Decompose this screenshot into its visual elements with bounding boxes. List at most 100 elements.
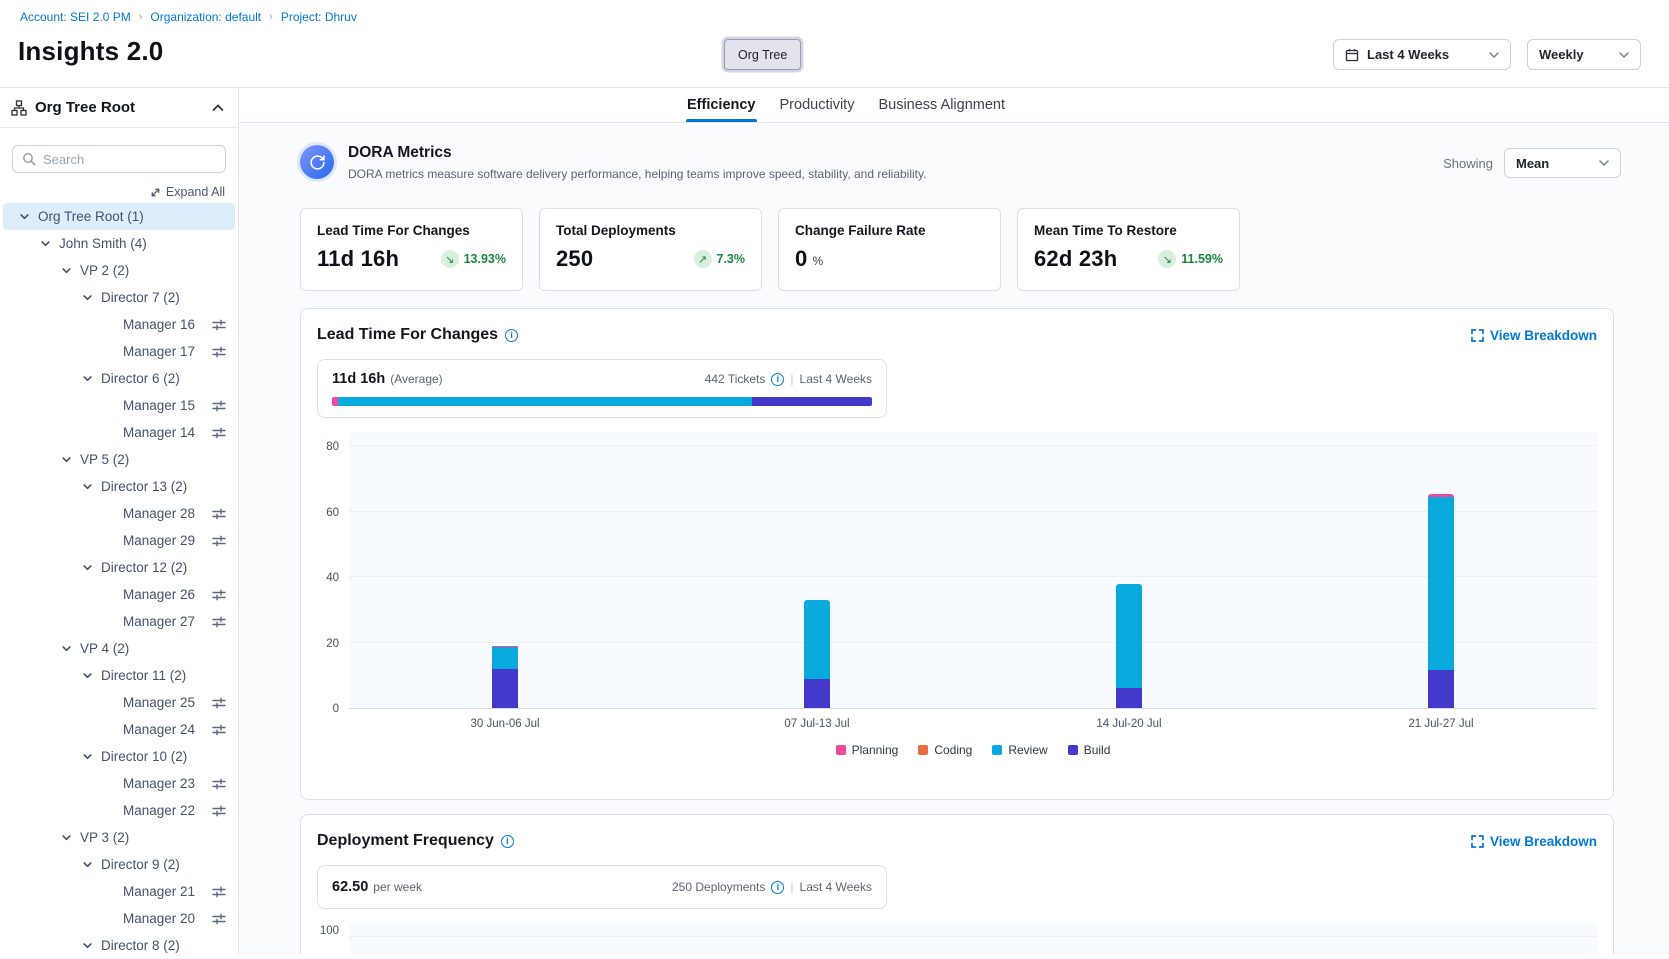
trend-badge: ↘ 13.93% <box>441 250 506 268</box>
tree-item-label: Manager 28 <box>123 506 195 521</box>
info-icon[interactable] <box>771 373 784 386</box>
tree-item-vp-4-2[interactable]: VP 4 (2) <box>3 635 235 662</box>
info-icon[interactable] <box>771 881 784 894</box>
breadcrumb-project-link[interactable]: Project: Dhruv <box>281 10 357 24</box>
tree-item-manager-14[interactable]: Manager 14 <box>3 419 235 446</box>
tab-business-alignment[interactable]: Business Alignment <box>877 88 1006 122</box>
chevron-down-icon[interactable] <box>18 210 31 223</box>
topbar: Account: SEI 2.0 PM › Organization: defa… <box>0 0 1669 87</box>
tree-item-director-10-2[interactable]: Director 10 (2) <box>3 743 235 770</box>
chevron-down-icon[interactable] <box>81 750 94 763</box>
tickets-count: 442 Tickets <box>705 372 766 386</box>
legend-item-review[interactable]: Review <box>992 743 1047 757</box>
legend-item-build[interactable]: Build <box>1068 743 1111 757</box>
granularity-select[interactable]: Weekly <box>1527 39 1641 70</box>
chevron-down-icon[interactable] <box>81 669 94 682</box>
info-icon[interactable] <box>505 329 518 342</box>
tree-item-org-tree-root-1[interactable]: Org Tree Root (1) <box>3 203 235 230</box>
chevron-down-icon[interactable] <box>81 939 94 952</box>
tree-item-manager-25[interactable]: Manager 25 <box>3 689 235 716</box>
deployment-view-breakdown-link[interactable]: View Breakdown <box>1471 834 1597 849</box>
legend-item-planning[interactable]: Planning <box>836 743 899 757</box>
tree-item-manager-26[interactable]: Manager 26 <box>3 581 235 608</box>
filter-sliders-icon[interactable] <box>212 426 226 440</box>
dora-description: DORA metrics measure software delivery p… <box>348 167 926 181</box>
filter-sliders-icon[interactable] <box>212 615 226 629</box>
tree-item-manager-22[interactable]: Manager 22 <box>3 797 235 824</box>
tree-item-manager-28[interactable]: Manager 28 <box>3 500 235 527</box>
tree-item-director-8-2[interactable]: Director 8 (2) <box>3 932 235 959</box>
filter-sliders-icon[interactable] <box>212 507 226 521</box>
lead-time-view-breakdown-link[interactable]: View Breakdown <box>1471 328 1597 343</box>
filter-sliders-icon[interactable] <box>212 804 226 818</box>
legend-swatch <box>836 745 846 755</box>
chevron-down-icon[interactable] <box>60 264 73 277</box>
filter-sliders-icon[interactable] <box>212 588 226 602</box>
time-range-label: Last 4 Weeks <box>800 880 872 894</box>
tree-item-director-9-2[interactable]: Director 9 (2) <box>3 851 235 878</box>
tree-item-director-7-2[interactable]: Director 7 (2) <box>3 284 235 311</box>
tree-item-manager-21[interactable]: Manager 21 <box>3 878 235 905</box>
filter-sliders-icon[interactable] <box>212 399 226 413</box>
filter-sliders-icon[interactable] <box>212 534 226 548</box>
showing-select[interactable]: Mean <box>1504 148 1621 178</box>
tree-item-manager-17[interactable]: Manager 17 <box>3 338 235 365</box>
tree-item-label: Manager 24 <box>123 722 195 737</box>
expand-all-button[interactable]: Expand All <box>0 185 225 199</box>
tree-item-manager-23[interactable]: Manager 23 <box>3 770 235 797</box>
tree-item-manager-29[interactable]: Manager 29 <box>3 527 235 554</box>
stacked-bar-07-jul-13-jul[interactable] <box>804 600 830 708</box>
stacked-bar-30-jun-06-jul[interactable] <box>492 646 518 708</box>
chevron-down-icon[interactable] <box>81 858 94 871</box>
filter-sliders-icon[interactable] <box>212 696 226 710</box>
tree-item-manager-27[interactable]: Manager 27 <box>3 608 235 635</box>
chevron-down-icon[interactable] <box>60 642 73 655</box>
tree-item-vp-2-2[interactable]: VP 2 (2) <box>3 257 235 284</box>
org-tree-sidebar: Org Tree Root Expand All Org Tree Root (… <box>0 88 239 954</box>
legend-item-coding[interactable]: Coding <box>918 743 972 757</box>
filter-sliders-icon[interactable] <box>212 345 226 359</box>
info-icon[interactable] <box>501 835 514 848</box>
tree-item-manager-15[interactable]: Manager 15 <box>3 392 235 419</box>
filter-sliders-icon[interactable] <box>212 318 226 332</box>
tree-item-vp-5-2[interactable]: VP 5 (2) <box>3 446 235 473</box>
tab-productivity[interactable]: Productivity <box>779 88 856 122</box>
chevron-down-icon[interactable] <box>60 831 73 844</box>
tree-item-director-11-2[interactable]: Director 11 (2) <box>3 662 235 689</box>
chevron-down-icon[interactable] <box>39 237 52 250</box>
filter-sliders-icon[interactable] <box>212 777 226 791</box>
filter-sliders-icon[interactable] <box>212 723 226 737</box>
chevron-down-icon[interactable] <box>81 372 94 385</box>
chevron-down-icon[interactable] <box>60 453 73 466</box>
tree-item-director-13-2[interactable]: Director 13 (2) <box>3 473 235 500</box>
y-tick-label: 40 <box>326 572 339 584</box>
deployment-rate-value: 62.50 <box>332 879 368 895</box>
chevron-down-icon[interactable] <box>81 561 94 574</box>
tree-item-john-smith-4[interactable]: John Smith (4) <box>3 230 235 257</box>
tree-item-label: Manager 26 <box>123 587 195 602</box>
tree-item-manager-24[interactable]: Manager 24 <box>3 716 235 743</box>
sidebar-search[interactable] <box>12 145 226 173</box>
chevron-down-icon[interactable] <box>81 291 94 304</box>
tree-item-label: VP 3 (2) <box>80 830 129 845</box>
x-tick-label: 07 Jul-13 Jul <box>661 718 973 730</box>
tree-item-director-6-2[interactable]: Director 6 (2) <box>3 365 235 392</box>
filter-sliders-icon[interactable] <box>212 885 226 899</box>
org-tree-button[interactable]: Org Tree <box>724 39 801 70</box>
collapse-chevron-up-icon[interactable] <box>212 104 224 112</box>
tree-item-label: Director 13 (2) <box>101 479 187 494</box>
chevron-down-icon[interactable] <box>81 480 94 493</box>
stacked-bar-14-jul-20-jul[interactable] <box>1116 584 1142 708</box>
tab-efficiency[interactable]: Efficiency <box>686 88 757 122</box>
breadcrumb-organization-link[interactable]: Organization: default <box>150 10 261 24</box>
showing-value: Mean <box>1516 156 1549 171</box>
filter-sliders-icon[interactable] <box>212 912 226 926</box>
stacked-bar-21-jul-27-jul[interactable] <box>1428 494 1454 708</box>
tree-item-vp-3-2[interactable]: VP 3 (2) <box>3 824 235 851</box>
breadcrumb-account-link[interactable]: Account: SEI 2.0 PM <box>20 10 131 24</box>
tree-item-director-12-2[interactable]: Director 12 (2) <box>3 554 235 581</box>
tree-item-manager-20[interactable]: Manager 20 <box>3 905 235 932</box>
date-range-select[interactable]: Last 4 Weeks <box>1333 39 1511 70</box>
search-input[interactable] <box>43 152 216 167</box>
tree-item-manager-16[interactable]: Manager 16 <box>3 311 235 338</box>
